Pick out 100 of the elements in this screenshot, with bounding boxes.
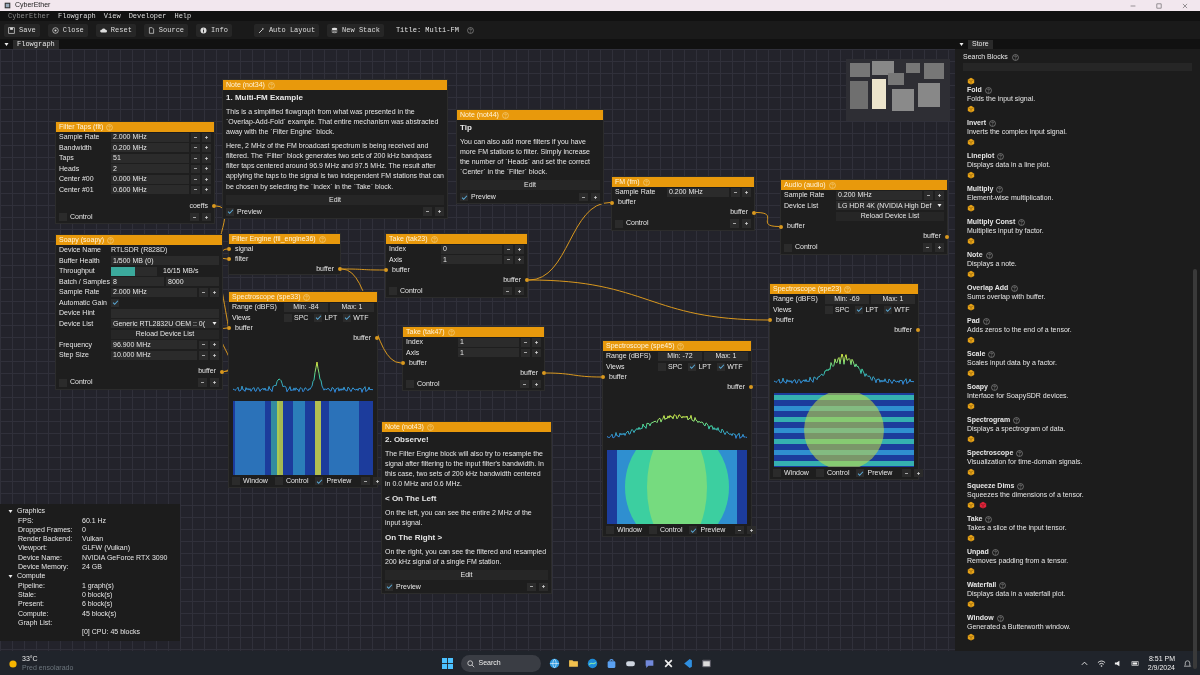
increase-button[interactable] (515, 245, 524, 254)
increase-button[interactable] (935, 243, 944, 252)
decrease-button[interactable] (503, 286, 512, 296)
input-pin[interactable] (227, 257, 231, 261)
output-pin[interactable] (338, 267, 342, 271)
start-icon[interactable] (441, 658, 453, 669)
increase-button[interactable] (539, 582, 548, 592)
increase-button[interactable] (532, 338, 541, 347)
input-pin[interactable] (401, 361, 405, 365)
decrease-button[interactable] (521, 348, 530, 357)
increase-button[interactable] (742, 188, 751, 197)
collapse-icon[interactable] (959, 41, 964, 47)
decrease-button[interactable] (423, 207, 432, 216)
help-icon[interactable] (982, 317, 990, 325)
decrease-button[interactable] (923, 243, 932, 252)
code-icon[interactable] (681, 658, 693, 669)
checkbox[interactable] (689, 526, 698, 534)
increase-button[interactable] (515, 255, 524, 264)
checkbox[interactable] (226, 207, 234, 216)
help-icon[interactable] (1011, 284, 1019, 292)
increase-button[interactable] (210, 288, 219, 297)
help-icon[interactable] (466, 26, 474, 34)
decrease-button[interactable] (190, 212, 199, 222)
collapse-icon[interactable] (8, 574, 13, 580)
output-pin[interactable] (752, 210, 756, 215)
close-icon[interactable] (1182, 2, 1188, 9)
decrease-button[interactable] (735, 525, 745, 535)
input-pin[interactable] (227, 326, 231, 330)
help-icon[interactable] (1017, 482, 1025, 490)
output-pin[interactable] (220, 369, 224, 374)
gamepad-icon[interactable] (624, 658, 636, 669)
input-pin[interactable] (768, 318, 772, 322)
checkbox[interactable] (315, 477, 324, 485)
output-pin[interactable] (542, 371, 546, 375)
checkbox[interactable] (856, 469, 865, 477)
collapse-icon[interactable] (8, 509, 13, 514)
decrease-button[interactable] (191, 175, 200, 184)
increase-button[interactable] (532, 348, 541, 357)
chat-bubble-icon[interactable] (643, 658, 655, 669)
increase-button[interactable] (210, 351, 219, 360)
help-icon[interactable] (999, 581, 1007, 589)
help-icon[interactable] (988, 350, 996, 358)
help-icon[interactable] (996, 614, 1004, 622)
help-icon[interactable] (991, 548, 999, 556)
decrease-button[interactable] (198, 378, 207, 387)
help-icon[interactable] (989, 119, 997, 127)
checkbox[interactable] (688, 362, 697, 371)
decrease-button[interactable] (924, 191, 933, 200)
decrease-button[interactable] (730, 219, 739, 228)
input-pin[interactable] (227, 247, 231, 251)
decrease-button[interactable] (504, 245, 513, 254)
decrease-button[interactable] (579, 192, 588, 202)
checkbox[interactable] (884, 305, 893, 314)
input-pin[interactable] (610, 200, 614, 205)
checkbox[interactable] (717, 362, 726, 371)
checkbox[interactable] (314, 313, 323, 322)
cross-icon[interactable] (662, 658, 674, 669)
checkbox[interactable] (385, 582, 393, 591)
help-icon[interactable] (1013, 416, 1021, 424)
increase-button[interactable] (202, 133, 211, 142)
input-pin[interactable] (601, 375, 605, 379)
battery-icon[interactable] (1130, 659, 1140, 668)
input-pin[interactable] (779, 224, 783, 229)
decrease-button[interactable] (731, 188, 740, 197)
wave-icon[interactable] (586, 658, 598, 669)
output-pin[interactable] (212, 204, 216, 208)
decrease-button[interactable] (361, 476, 371, 486)
output-pin[interactable] (945, 234, 949, 239)
increase-button[interactable] (532, 379, 541, 389)
increase-button[interactable] (935, 191, 944, 200)
folder-icon[interactable] (567, 658, 579, 669)
decrease-button[interactable] (191, 143, 200, 152)
increase-button[interactable] (202, 185, 211, 194)
checkbox[interactable] (855, 305, 864, 314)
decrease-button[interactable] (191, 164, 200, 173)
decrease-button[interactable] (520, 379, 529, 389)
decrease-button[interactable] (191, 185, 200, 194)
help-icon[interactable] (985, 251, 993, 259)
increase-button[interactable] (747, 525, 757, 535)
decrease-button[interactable] (902, 468, 912, 478)
output-pin[interactable] (375, 336, 379, 340)
increase-button[interactable] (210, 340, 219, 349)
help-icon[interactable] (997, 152, 1005, 160)
increase-button[interactable] (202, 154, 211, 163)
bell-icon[interactable] (1183, 659, 1192, 668)
help-icon[interactable] (1011, 53, 1019, 61)
chevron-up-icon[interactable] (1079, 659, 1089, 668)
increase-button[interactable] (435, 207, 444, 216)
help-icon[interactable] (985, 515, 993, 523)
help-icon[interactable] (1018, 218, 1026, 226)
increase-button[interactable] (914, 468, 924, 478)
shopping-bag-icon[interactable] (605, 658, 617, 669)
checkbox[interactable] (343, 313, 352, 322)
help-icon[interactable] (984, 86, 992, 94)
help-icon[interactable] (991, 383, 998, 391)
increase-button[interactable] (742, 219, 751, 228)
decrease-button[interactable] (199, 288, 208, 297)
decrease-button[interactable] (504, 255, 513, 264)
decrease-button[interactable] (199, 351, 208, 360)
increase-button[interactable] (202, 212, 211, 222)
